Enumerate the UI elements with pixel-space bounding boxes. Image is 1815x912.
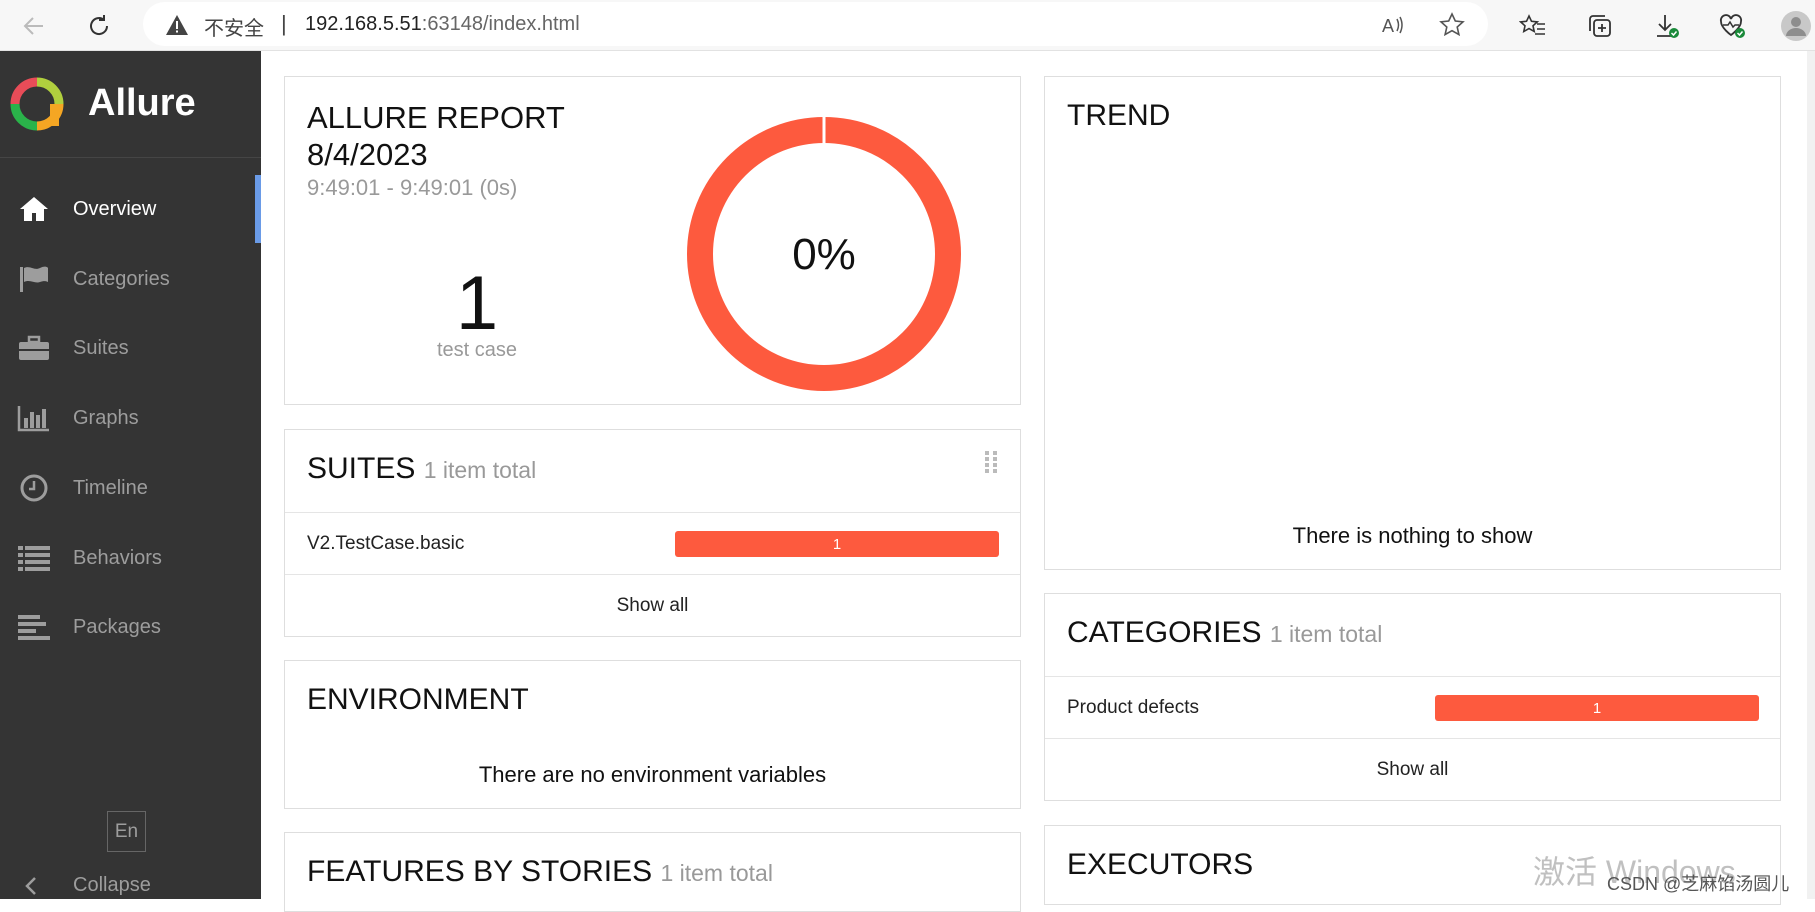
categories-title: CATEGORIES 1 item total (1067, 616, 1382, 650)
sidebar-item-label: Packages (73, 616, 161, 638)
suite-failed-bar: 1 (675, 531, 999, 557)
suite-row[interactable]: V2.TestCase.basic 1 (285, 512, 1020, 574)
sidebar-item-label: Categories (73, 268, 170, 290)
segment-divider (822, 116, 826, 146)
language-button[interactable]: En (107, 811, 146, 852)
suites-show-all[interactable]: Show all (285, 574, 1020, 637)
avatar-icon (1781, 11, 1811, 41)
profile-button[interactable] (1780, 10, 1812, 42)
pass-rate-donut: 0% (687, 116, 961, 391)
sidebar-item-graphs[interactable]: Graphs (0, 390, 261, 446)
suites-title: SUITES 1 item total (307, 452, 536, 486)
brand: Allure (0, 51, 261, 158)
report-time-range: 9:49:01 - 9:49:01 (0s) (307, 175, 518, 200)
categories-show-all[interactable]: Show all (1045, 738, 1780, 801)
features-title-text: FEATURES BY STORIES (307, 855, 653, 888)
test-count-label: test case (436, 339, 518, 361)
address-bar[interactable]: 不安全 | 192.168.5.51:63148/index.html A (143, 2, 1488, 46)
home-icon (17, 194, 51, 224)
report-date: 8/4/2023 (307, 137, 428, 172)
show-all-link: Show all (1376, 759, 1449, 780)
features-count: 1 item total (660, 860, 773, 886)
report-title-line1: ALLURE REPORT (307, 100, 565, 135)
suites-title-text: SUITES (307, 452, 416, 485)
environment-empty-message: There are no environment variables (478, 762, 827, 787)
scrollbar[interactable] (1807, 51, 1815, 899)
collections-button[interactable] (1584, 10, 1616, 42)
favorites-button[interactable] (1517, 10, 1549, 42)
flag-icon (17, 264, 51, 294)
list-icon (17, 543, 51, 573)
report-title: ALLURE REPORT 8/4/2023 (307, 99, 565, 173)
trend-title: TREND (1067, 99, 1171, 132)
chevron-left-icon (25, 877, 36, 895)
category-row[interactable]: Product defects 1 (1045, 676, 1780, 738)
csdn-credit: CSDN @芝麻馅汤圆儿 (1607, 874, 1790, 894)
sidebar-item-packages[interactable]: Packages (0, 599, 261, 655)
download-icon (1657, 15, 1679, 38)
sidebar-item-categories[interactable]: Categories (0, 251, 261, 307)
environment-widget: ENVIRONMENT There are no environment var… (284, 660, 1021, 809)
briefcase-icon (17, 333, 51, 363)
arrow-left-icon (23, 17, 43, 35)
allure-logo-icon (10, 77, 64, 131)
reload-button[interactable] (79, 6, 119, 46)
sidebar-item-label: Suites (73, 337, 129, 359)
suites-count: 1 item total (423, 457, 537, 483)
browser-essentials-button[interactable] (1716, 10, 1748, 42)
sidebar-item-label: Graphs (73, 407, 139, 429)
drag-handle-icon[interactable] (984, 450, 998, 474)
url-host: 192.168.5.51 (305, 13, 422, 35)
executors-title: EXECUTORS (1067, 848, 1254, 881)
features-title: FEATURES BY STORIES 1 item total (307, 855, 773, 889)
collapse-label: Collapse (73, 874, 151, 896)
sidebar-item-timeline[interactable]: Timeline (0, 460, 261, 516)
show-all-link: Show all (616, 595, 689, 616)
sidebar-item-overview[interactable]: Overview (0, 175, 261, 243)
read-aloud-icon[interactable]: A (1380, 12, 1406, 38)
collections-icon (1589, 15, 1611, 37)
sidebar-item-label: Overview (73, 198, 157, 220)
suite-name: V2.TestCase.basic (307, 533, 465, 554)
address-separator: | (281, 11, 287, 36)
heart-pulse-icon (1719, 14, 1745, 38)
url-path: :63148/index.html (421, 13, 580, 35)
categories-widget: CATEGORIES 1 item total Product defects … (1044, 593, 1781, 801)
browser-toolbar: 不安全 | 192.168.5.51:63148/index.html A (0, 0, 1815, 51)
overview-page: ALLURE REPORT 8/4/2023 9:49:01 - 9:49:01… (261, 51, 1815, 912)
downloads-button[interactable] (1651, 10, 1683, 42)
trend-empty-message: There is nothing to show (1292, 523, 1533, 548)
summary-widget: ALLURE REPORT 8/4/2023 9:49:01 - 9:49:01… (284, 76, 1021, 405)
align-left-icon (17, 612, 51, 642)
trend-widget: TREND There is nothing to show (1044, 76, 1781, 570)
collapse-button[interactable]: Collapse (0, 870, 261, 900)
category-failed-bar: 1 (1435, 695, 1759, 721)
pass-rate: 0% (792, 230, 856, 279)
category-name: Product defects (1067, 697, 1200, 718)
sidebar-item-label: Behaviors (73, 547, 162, 569)
bar-chart-icon (17, 403, 51, 433)
warning-icon (166, 15, 188, 35)
favorites-list-icon (1519, 14, 1545, 35)
favorite-star-icon[interactable] (1439, 12, 1465, 38)
reload-icon (90, 15, 109, 35)
test-count: 1 (455, 261, 499, 346)
features-widget: FEATURES BY STORIES 1 item total (284, 832, 1021, 912)
brand-name: Allure (88, 82, 196, 124)
url-text: 192.168.5.51:63148/index.html (305, 13, 580, 36)
sidebar-item-suites[interactable]: Suites (0, 320, 261, 376)
sidebar-item-label: Timeline (73, 477, 148, 499)
sidebar-item-behaviors[interactable]: Behaviors (0, 530, 261, 586)
categories-title-text: CATEGORIES (1067, 616, 1262, 649)
clock-icon (17, 473, 51, 503)
sidebar: Allure Overview Categories Suites Graphs… (0, 51, 261, 899)
back-button[interactable] (14, 6, 54, 46)
categories-count: 1 item total (1269, 621, 1383, 647)
suites-widget: SUITES 1 item total V2.TestCase.basic 1 … (284, 429, 1021, 637)
insecure-label: 不安全 (204, 18, 264, 40)
svg-text:A: A (1382, 16, 1394, 36)
environment-title: ENVIRONMENT (307, 683, 529, 716)
